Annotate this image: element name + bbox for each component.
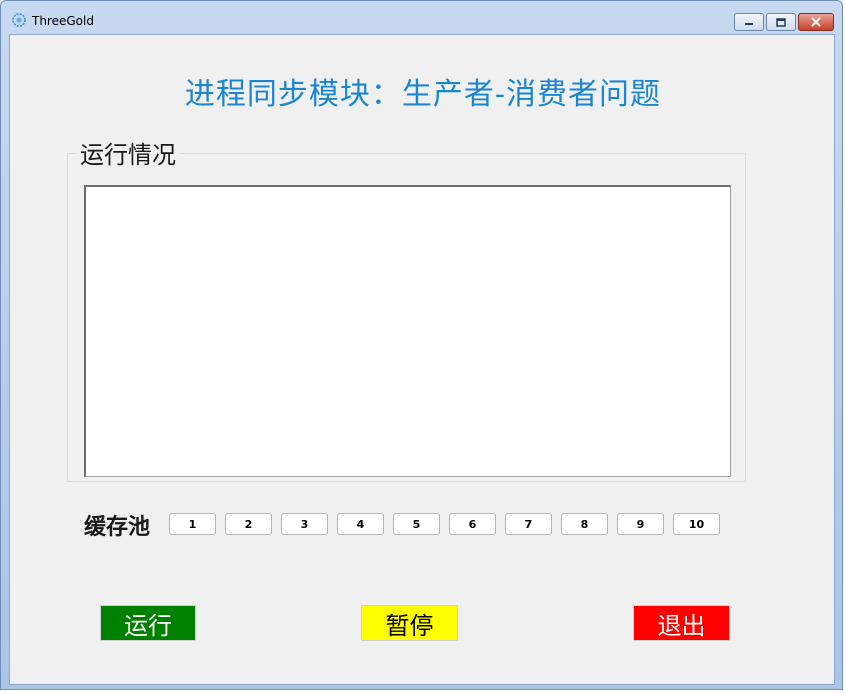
buffer-slot-7: 7	[505, 513, 552, 535]
log-group-label: 运行情况	[76, 135, 180, 170]
buffer-slot-10: 10	[673, 513, 720, 535]
app-window: ThreeGold 进程同步模块：生产者-消费者问题 运行情况 缓存池 1234…	[0, 0, 843, 690]
client-area: 进程同步模块：生产者-消费者问题 运行情况 缓存池 1 2 3 4 5 6 7 8 9 10 运行…	[9, 34, 835, 685]
buffer-slot-3: 3	[281, 513, 328, 535]
log-textarea[interactable]	[84, 185, 731, 477]
close-icon	[811, 17, 821, 27]
maximize-icon	[776, 17, 786, 27]
buffer-slot-5: 5	[393, 513, 440, 535]
buffer-slot-8: 8	[561, 513, 608, 535]
exit-button[interactable]: 退出	[633, 605, 730, 641]
buffer-slot-1: 1	[169, 513, 216, 535]
window-title: ThreeGold	[32, 14, 94, 28]
buffer-slot-2: 2	[225, 513, 272, 535]
gear-icon	[12, 13, 26, 27]
minimize-button[interactable]	[734, 13, 764, 31]
buffer-slot-9: 9	[617, 513, 664, 535]
title-bar[interactable]: ThreeGold	[1, 1, 842, 33]
page-title: 进程同步模块：生产者-消费者问题	[184, 77, 662, 112]
pause-button[interactable]: 暂停	[361, 605, 458, 641]
close-button[interactable]	[798, 13, 834, 31]
buffer-slot-4: 4	[337, 513, 384, 535]
minimize-icon	[745, 23, 753, 25]
buffer-pool-label: 缓存池	[84, 514, 151, 540]
maximize-button[interactable]	[766, 13, 796, 31]
run-button[interactable]: 运行	[100, 605, 196, 641]
buffer-slot-6: 6	[449, 513, 496, 535]
